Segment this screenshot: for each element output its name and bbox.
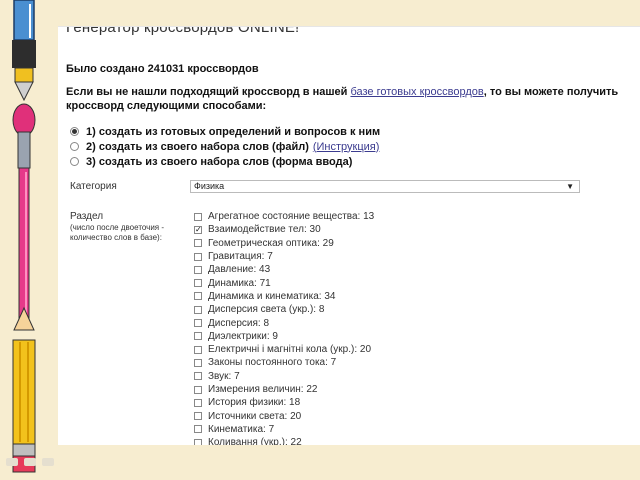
checkbox[interactable]	[194, 279, 202, 288]
section-item[interactable]: ✓ Взаимодействие тел: 30	[194, 223, 374, 236]
intro-before: Если вы не нашли подходящий кроссворд в …	[66, 86, 351, 98]
created-count: Было создано 241031 кроссвордов	[66, 63, 259, 75]
section-item-label: Геометрическая оптика: 29	[208, 237, 334, 249]
section-item[interactable]: Источники света: 20	[194, 409, 374, 422]
checkbox[interactable]	[194, 412, 202, 421]
pencil-icon	[12, 306, 36, 473]
section-label: Раздел	[70, 211, 104, 222]
section-item[interactable]: Геометрическая оптика: 29	[194, 237, 374, 250]
section-item[interactable]: Дисперсия света (укр.): 8	[194, 303, 374, 316]
section-item[interactable]: Електричні і магнітні кола (укр.): 20	[194, 343, 374, 356]
method-option-label: 2) создать из своего набора слов (файл)	[86, 140, 309, 153]
section-item[interactable]: История физики: 18	[194, 396, 374, 409]
checkbox[interactable]	[194, 332, 202, 341]
section-item-label: Динамика и кинематика: 34	[208, 290, 336, 302]
method-option[interactable]: 1) создать из готовых определений и вопр…	[70, 124, 380, 139]
category-label: Категория	[70, 181, 117, 192]
decorative-stationery	[12, 0, 36, 473]
section-item-label: Источники света: 20	[208, 410, 302, 422]
section-item-label: Агрегатное состояние вещества: 13	[208, 211, 375, 223]
section-item[interactable]: Диэлектрики: 9	[194, 330, 374, 343]
checkbox[interactable]	[194, 319, 202, 328]
page-title: Генератор кроссвордов ONLINE!	[66, 26, 300, 36]
checkbox[interactable]	[194, 425, 202, 434]
brush-icon	[12, 103, 36, 329]
section-item-label: Звук: 7	[208, 370, 240, 382]
section-item-label: Кинематика: 7	[208, 423, 275, 435]
checkbox[interactable]	[194, 438, 202, 445]
prev-icon[interactable]	[6, 458, 18, 466]
section-item-label: Взаимодействие тел: 30	[208, 224, 321, 236]
section-item[interactable]: Законы постоянного тока: 7	[194, 356, 374, 369]
radio-button[interactable]	[70, 127, 79, 136]
section-item-label: Динамика: 71	[208, 277, 271, 289]
menu-icon[interactable]	[24, 458, 36, 466]
section-item-label: Законы постоянного тока: 7	[208, 357, 337, 369]
checkbox[interactable]	[194, 239, 202, 248]
section-item[interactable]: Коливання (укр.): 22	[194, 436, 374, 445]
dropdown-arrow-icon: ▼	[566, 182, 574, 191]
checkbox[interactable]	[194, 345, 202, 354]
pen-icon	[12, 0, 36, 102]
checkbox[interactable]	[194, 292, 202, 301]
checkbox[interactable]	[194, 372, 202, 381]
checkbox[interactable]	[194, 212, 202, 221]
section-item-label: Измерения величин: 22	[208, 384, 318, 395]
section-item-label: Електричні і магнітні кола (укр.): 20	[208, 344, 372, 356]
crossword-generator-panel: Генератор кроссвордов ONLINE! Было созда…	[58, 26, 640, 445]
section-item-label: Коливання (укр.): 22	[208, 437, 302, 445]
section-list: Агрегатное состояние вещества: 13 ✓ Взаимо…	[194, 210, 374, 445]
checkbox-checked[interactable]: ✓	[194, 225, 202, 234]
section-item[interactable]: Динамика и кинематика: 34	[194, 290, 374, 303]
section-item[interactable]: Дисперсия: 8	[194, 316, 374, 329]
checkbox[interactable]	[194, 252, 202, 261]
crossword-base-link[interactable]: базе готовых кроссвордов	[350, 86, 483, 98]
next-icon[interactable]	[42, 458, 54, 466]
section-item-label: Гравитация: 7	[208, 251, 273, 263]
section-note: (число после двоеточия - количество слов…	[70, 223, 165, 242]
intro-text: Если вы не нашли подходящий кроссворд в …	[66, 85, 636, 113]
instruction-link[interactable]: (Инструкция)	[313, 141, 380, 153]
section-item[interactable]: Агрегатное состояние вещества: 13	[194, 210, 374, 223]
section-item[interactable]: Давление: 43	[194, 263, 374, 276]
section-item[interactable]: Динамика: 71	[194, 276, 374, 289]
radio-button[interactable]	[70, 142, 79, 151]
radio-button[interactable]	[70, 157, 79, 166]
checkbox[interactable]	[194, 385, 202, 394]
section-item-label: Диэлектрики: 9	[208, 330, 278, 342]
category-select[interactable]: Физика ▼	[190, 180, 580, 193]
method-option-label: 3) создать из своего набора слов (форма …	[86, 155, 353, 168]
method-options: 1) создать из готовых определений и вопр…	[70, 124, 380, 169]
section-item[interactable]: Кинематика: 7	[194, 423, 374, 436]
method-option[interactable]: 3) создать из своего набора слов (форма …	[70, 154, 380, 169]
section-item-label: Давление: 43	[208, 264, 271, 276]
section-item[interactable]: Звук: 7	[194, 370, 374, 383]
checkbox[interactable]	[194, 265, 202, 274]
section-item-label: Дисперсия: 8	[208, 317, 270, 329]
checkbox[interactable]	[194, 398, 202, 407]
checkbox[interactable]	[194, 305, 202, 314]
method-option-label: 1) создать из готовых определений и вопр…	[86, 125, 381, 138]
section-item-label: Дисперсия света (укр.): 8	[208, 304, 325, 316]
checkbox[interactable]	[194, 358, 202, 367]
category-selected: Физика	[194, 181, 225, 191]
section-item-label: История физики: 18	[208, 397, 301, 409]
method-option[interactable]: 2) создать из своего набора слов (файл) (…	[70, 139, 380, 154]
slide-nav	[6, 458, 54, 466]
section-item[interactable]: Гравитация: 7	[194, 250, 374, 263]
section-item[interactable]: Измерения величин: 22	[194, 383, 374, 396]
